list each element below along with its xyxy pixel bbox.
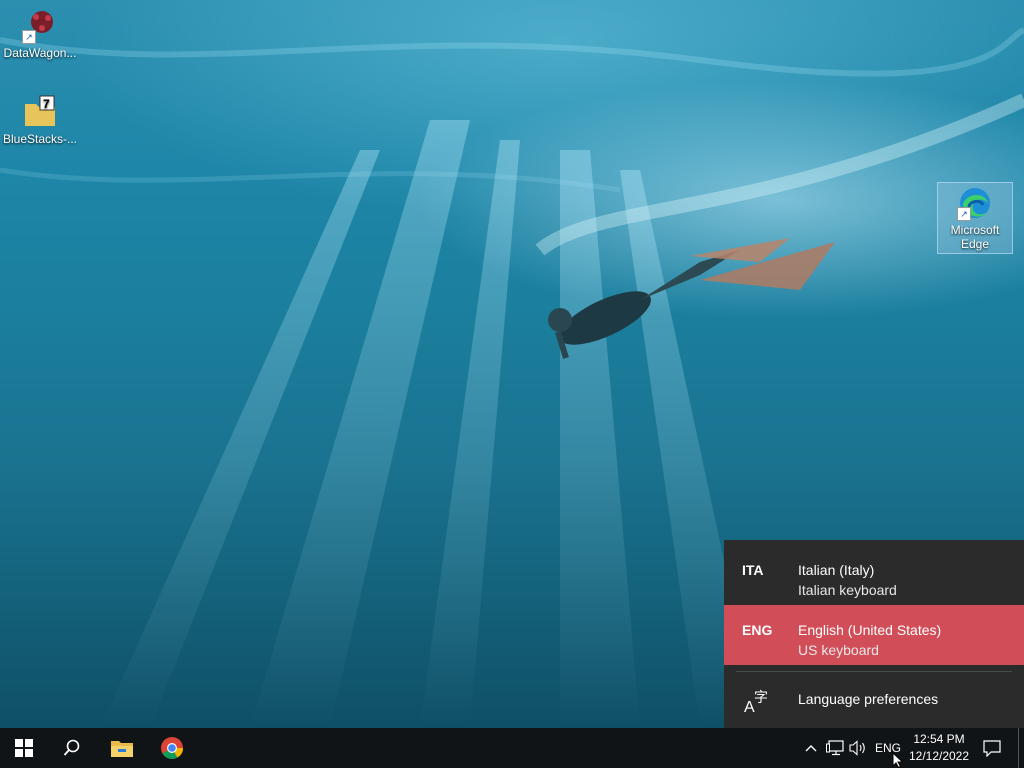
language-settings-icon: A 字 bbox=[742, 686, 772, 716]
show-desktop-button[interactable] bbox=[1018, 728, 1024, 768]
language-preferences-link[interactable]: A 字 Language preferences bbox=[724, 680, 1024, 724]
start-button[interactable] bbox=[0, 728, 48, 768]
divider bbox=[736, 671, 1012, 672]
clock-date: 12/12/2022 bbox=[908, 749, 970, 763]
language-code: ITA bbox=[742, 562, 764, 578]
network-button[interactable] bbox=[823, 728, 847, 768]
shortcut-arrow-icon: ↗ bbox=[22, 30, 36, 44]
search-icon bbox=[63, 739, 80, 756]
network-icon bbox=[826, 740, 844, 756]
desktop-icon-bluestacks[interactable]: 7 BlueStacks-... bbox=[2, 94, 78, 146]
file-explorer-icon bbox=[111, 741, 133, 757]
windows-logo-icon bbox=[15, 739, 33, 757]
svg-text:7: 7 bbox=[43, 97, 50, 111]
diver-silhouette bbox=[548, 238, 835, 359]
file-explorer-button[interactable] bbox=[98, 728, 146, 768]
desktop-icon-label: DataWagon... bbox=[3, 46, 77, 60]
action-center-button[interactable] bbox=[978, 728, 1006, 768]
desktop-icon-datawagon[interactable]: ↗ DataWagon... bbox=[2, 8, 78, 60]
show-hidden-icons-button[interactable] bbox=[800, 728, 822, 768]
desktop-icon-label: BlueStacks-... bbox=[2, 132, 78, 146]
language-item-eng[interactable]: ENG English (United States) US keyboard bbox=[724, 605, 1024, 665]
clock[interactable]: 12:54 PM 12/12/2022 bbox=[904, 731, 974, 765]
desktop-icon-label: Microsoft Edge bbox=[950, 223, 1000, 251]
notification-icon bbox=[983, 740, 1001, 757]
chevron-up-icon bbox=[805, 745, 817, 752]
archive-7z-icon: 7 bbox=[22, 94, 58, 130]
volume-icon bbox=[849, 740, 865, 756]
language-item-ita[interactable]: ITA Italian (Italy) Italian keyboard bbox=[724, 545, 1024, 605]
language-code: ENG bbox=[742, 622, 773, 638]
chrome-icon bbox=[161, 737, 183, 759]
language-name: English (United States) bbox=[798, 622, 942, 638]
language-flyout: ITA Italian (Italy) Italian keyboard ENG… bbox=[724, 540, 1024, 728]
language-name: Italian (Italy) bbox=[798, 562, 875, 578]
shortcut-arrow-icon: ↗ bbox=[957, 207, 971, 221]
volume-button[interactable] bbox=[847, 728, 869, 768]
keyboard-layout: Italian keyboard bbox=[798, 582, 897, 598]
edge-icon: ↗ bbox=[957, 185, 993, 221]
mouse-cursor-icon bbox=[892, 752, 904, 768]
taskbar: ENG 12:54 PM 12/12/2022 bbox=[0, 728, 1024, 768]
keyboard-layout: US keyboard bbox=[798, 642, 879, 658]
svg-text:字: 字 bbox=[754, 690, 768, 706]
clock-time: 12:54 PM bbox=[913, 732, 965, 746]
language-preferences-label: Language preferences bbox=[798, 691, 939, 707]
chrome-button[interactable] bbox=[148, 728, 196, 768]
search-button[interactable] bbox=[48, 728, 96, 768]
datawagon-icon: ↗ bbox=[22, 8, 58, 44]
desktop-icon-microsoft-edge[interactable]: ↗ Microsoft Edge bbox=[937, 182, 1013, 254]
